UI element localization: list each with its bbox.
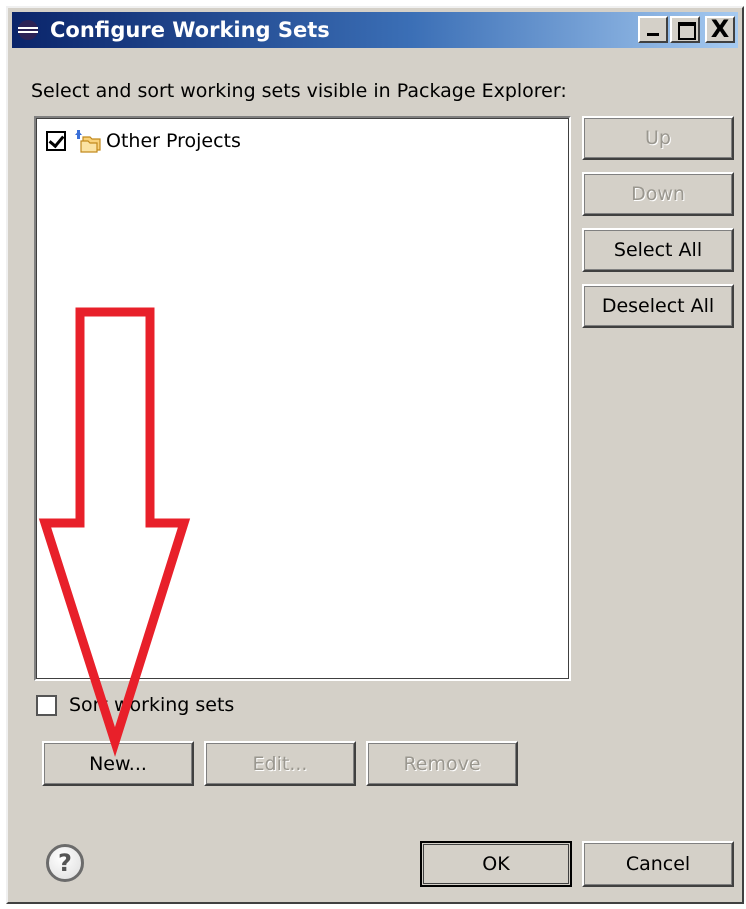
eclipse-icon	[18, 20, 38, 40]
working-set-folder-icon	[75, 130, 101, 153]
ok-button[interactable]: OK	[420, 841, 572, 887]
dialog-title: Configure Working Sets	[50, 18, 330, 42]
list-item[interactable]: Other Projects	[46, 126, 241, 156]
working-sets-list[interactable]: Other Projects	[34, 116, 571, 681]
deselect-all-button[interactable]: Deselect All	[582, 284, 734, 328]
minimize-button[interactable]	[638, 16, 668, 43]
edit-button[interactable]: Edit...	[204, 741, 356, 786]
close-icon: X	[710, 15, 730, 43]
select-all-button[interactable]: Select All	[582, 228, 734, 272]
new-button[interactable]: New...	[42, 741, 194, 786]
maximize-icon	[672, 18, 698, 41]
remove-button[interactable]: Remove	[366, 741, 518, 786]
help-icon[interactable]: ?	[46, 844, 84, 882]
sort-working-sets-label: Sort working sets	[69, 694, 235, 716]
sort-working-sets-checkbox[interactable]	[36, 694, 57, 716]
up-button[interactable]: Up	[582, 116, 734, 160]
cancel-button[interactable]: Cancel	[582, 841, 734, 887]
close-button[interactable]: X	[705, 15, 735, 43]
other-projects-checkbox[interactable]	[46, 131, 66, 151]
configure-working-sets-dialog: Configure Working Sets X Select and sort…	[6, 6, 744, 904]
working-set-label: Other Projects	[106, 130, 241, 152]
maximize-button[interactable]	[670, 16, 700, 43]
title-bar[interactable]: Configure Working Sets X	[12, 12, 738, 48]
instruction-label: Select and sort working sets visible in …	[31, 80, 567, 102]
minimize-icon	[640, 18, 666, 41]
down-button[interactable]: Down	[582, 172, 734, 216]
sort-working-sets-row[interactable]: Sort working sets	[36, 694, 234, 716]
